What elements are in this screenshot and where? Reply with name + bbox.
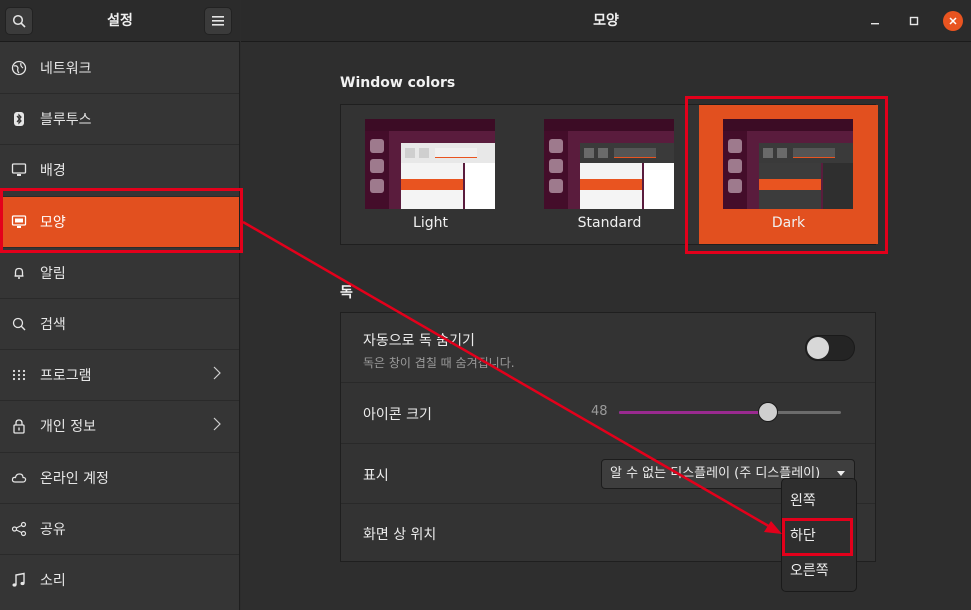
- autohide-row: 자동으로 독 숨기기 독은 창이 겹칠 때 숨겨집니다.: [341, 313, 875, 383]
- chevron-right-icon: [213, 417, 221, 435]
- music-note-icon: [10, 571, 28, 589]
- sidebar-item-label: 모양: [40, 214, 66, 231]
- page-title: 모양: [593, 13, 619, 29]
- sidebar-item-label: 프로그램: [40, 368, 92, 385]
- maximize-icon: [909, 16, 919, 26]
- sidebar-list: 네트워크 블루투스 배경 모양 알림 검색 프로그램 개인 정보 온라인 계정 …: [0, 43, 239, 606]
- main-header: 모양: [241, 0, 971, 42]
- theme-light-preview: [365, 119, 495, 209]
- position-option-bottom[interactable]: 하단: [782, 521, 856, 551]
- close-icon: [949, 17, 957, 25]
- autohide-toggle[interactable]: [805, 335, 855, 361]
- sidebar-item-label: 소리: [40, 573, 66, 590]
- sidebar-item-label: 공유: [40, 521, 66, 538]
- slider-handle[interactable]: [757, 402, 778, 422]
- sidebar-item-search[interactable]: 검색: [0, 299, 239, 351]
- minimize-button[interactable]: [865, 11, 885, 31]
- theme-light-option[interactable]: Light: [341, 105, 520, 244]
- sidebar-item-sound[interactable]: 소리: [0, 555, 239, 606]
- autohide-label: 자동으로 독 숨기기: [363, 333, 475, 349]
- theme-standard-label: Standard: [577, 215, 642, 231]
- icon-size-label: 아이콘 크기: [363, 407, 432, 423]
- settings-window: 설정 네트워크 블루투스 배경 모양 알림 검색 프로그램 개인 정보 온라인 …: [0, 0, 971, 610]
- sidebar-item-label: 배경: [40, 163, 66, 180]
- sidebar-item-sharing[interactable]: 공유: [0, 504, 239, 555]
- position-option-right[interactable]: 오른쪽: [782, 556, 856, 586]
- display-label: 표시: [363, 468, 389, 484]
- monitor-icon: [10, 161, 28, 179]
- sidebar-item-label: 알림: [40, 265, 66, 282]
- bell-icon: [10, 264, 28, 282]
- close-button[interactable]: [943, 11, 963, 31]
- globe-icon: [10, 59, 28, 77]
- main-panel: 모양 Window colors Light Standard Dark 독 자…: [241, 0, 971, 610]
- minimize-icon: [871, 23, 879, 25]
- search-icon: [10, 315, 28, 333]
- appearance-icon: [10, 213, 28, 231]
- share-icon: [10, 520, 28, 538]
- lock-icon: [10, 417, 28, 435]
- sidebar: 설정 네트워크 블루투스 배경 모양 알림 검색 프로그램 개인 정보 온라인 …: [0, 0, 240, 610]
- position-popover: 왼쪽 하단 오른쪽: [781, 478, 857, 592]
- chevron-right-icon: [213, 366, 221, 384]
- window-colors-title: Window colors: [340, 75, 456, 91]
- theme-dark-preview: [723, 119, 853, 209]
- sidebar-item-privacy[interactable]: 개인 정보: [0, 401, 239, 453]
- theme-standard-preview: [544, 119, 674, 209]
- position-label: 화면 상 위치: [363, 527, 437, 543]
- theme-dark-label: Dark: [771, 215, 806, 231]
- dropdown-arrow-icon: [837, 471, 845, 476]
- search-button[interactable]: [5, 7, 33, 35]
- theme-dark-option[interactable]: Dark: [699, 105, 878, 244]
- window-colors-group: Light Standard Dark: [340, 104, 878, 245]
- bluetooth-icon: [10, 110, 28, 128]
- sidebar-item-label: 온라인 계정: [40, 470, 109, 487]
- sidebar-item-label: 검색: [40, 317, 66, 334]
- sidebar-item-online-accounts[interactable]: 온라인 계정: [0, 453, 239, 504]
- icon-size-slider[interactable]: [619, 402, 841, 422]
- menu-button[interactable]: [204, 7, 232, 35]
- sidebar-item-background[interactable]: 배경: [0, 145, 239, 197]
- sidebar-item-appearance[interactable]: 모양: [0, 196, 239, 248]
- maximize-button[interactable]: [904, 11, 924, 31]
- sidebar-item-label: 개인 정보: [40, 419, 96, 436]
- search-icon: [12, 14, 26, 28]
- position-option-left[interactable]: 왼쪽: [782, 486, 856, 516]
- icon-size-row: 아이콘 크기 48: [341, 383, 875, 444]
- sidebar-item-applications[interactable]: 프로그램: [0, 350, 239, 402]
- apps-grid-icon: [10, 366, 28, 384]
- sidebar-item-label: 블루투스: [40, 112, 92, 129]
- sidebar-item-bluetooth[interactable]: 블루투스: [0, 94, 239, 146]
- theme-standard-option[interactable]: Standard: [520, 105, 699, 244]
- sidebar-title: 설정: [107, 13, 133, 29]
- sidebar-header: 설정: [0, 0, 240, 42]
- sidebar-item-label: 네트워크: [40, 61, 92, 78]
- dock-section-title: 독: [340, 285, 353, 301]
- theme-light-label: Light: [413, 215, 448, 231]
- cloud-icon: [10, 469, 28, 487]
- sidebar-item-notifications[interactable]: 알림: [0, 248, 239, 299]
- autohide-description: 독은 창이 겹칠 때 숨겨집니다.: [363, 356, 515, 370]
- hamburger-menu-icon: [212, 16, 224, 26]
- icon-size-value: 48: [591, 404, 608, 419]
- sidebar-item-network[interactable]: 네트워크: [0, 43, 239, 95]
